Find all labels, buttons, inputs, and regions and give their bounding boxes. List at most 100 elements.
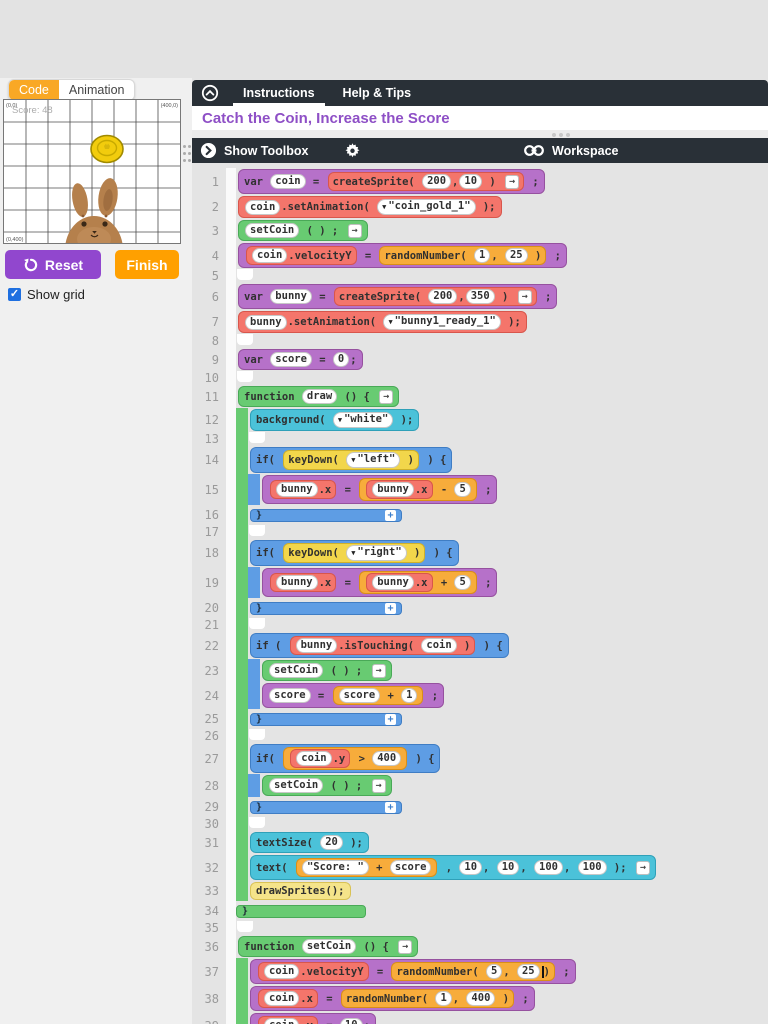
code-block-red[interactable]: createSprite( 200, 10 ) → [327,172,525,191]
value-pill[interactable]: 10 [339,1018,363,1024]
code-block-red[interactable]: createSprite( 200, 350 ) → [333,287,537,306]
code-block-cyan[interactable]: textSize( 20 ); [250,832,369,853]
value-pill[interactable]: coin [270,174,306,189]
block-close-bar[interactable]: } + [250,712,402,726]
code-block-orange[interactable]: "Score: " + score [295,858,438,877]
code-block-blue[interactable]: if( keyDown( ▼ "left" ) ) { [250,447,453,473]
value-pill[interactable]: 1 [474,248,491,263]
value-pill[interactable]: setCoin [269,778,324,793]
value-pill[interactable]: 1 [401,688,418,703]
code-block-purple[interactable]: var bunny = createSprite( 200, 350 ) → ; [238,284,558,309]
expand-arrow-button[interactable]: → [371,778,386,793]
code-block-purple[interactable]: coin .velocityY = randomNumber( 5, 25) ; [250,959,576,984]
code-block-cyan[interactable]: text( "Score: " + score , 10, 10, 100, 1… [250,855,656,880]
code-block-orange[interactable]: coin .y > 400 [283,747,408,770]
value-pill[interactable]: 5 [454,575,471,590]
value-pill[interactable]: 0 [332,352,350,367]
add-block-button[interactable]: + [385,713,396,725]
code-block-red[interactable]: bunny .x [366,573,433,592]
code-block-green[interactable]: setCoin ( ) ; → [238,220,368,241]
value-pill[interactable]: 350 [465,289,495,304]
value-pill[interactable]: bunny [372,575,414,590]
tab-help-tips[interactable]: Help & Tips [329,80,426,106]
value-pill[interactable]: 20 [320,835,343,850]
value-pill[interactable]: setCoin [269,663,324,678]
value-pill[interactable]: 25 [504,248,528,263]
reset-button[interactable]: Reset [5,250,101,279]
code-block-red[interactable]: coin .velocityY [246,246,357,265]
code-block-orange[interactable]: score + 1 [332,686,424,705]
code-block-orange[interactable]: randomNumber( 1, 400 ) [340,989,515,1008]
add-block-button[interactable]: + [385,509,396,521]
value-pill[interactable]: bunny [295,638,338,653]
tab-code[interactable]: Code [9,80,59,100]
value-pill[interactable]: score [270,352,312,367]
dropdown-pill[interactable]: ▼ "left" [346,452,401,468]
value-pill[interactable]: bunny [276,575,318,590]
value-pill[interactable]: bunny [372,482,414,497]
value-pill[interactable]: 100 [534,860,563,875]
value-pill[interactable]: coin [252,248,288,263]
value-pill[interactable]: setCoin [301,939,357,954]
value-pill[interactable]: coin [264,964,300,979]
value-pill[interactable]: bunny [270,289,312,304]
code-block-red[interactable]: bunny .x [270,573,337,592]
code-block-orange[interactable]: bunny .x - 5 [359,478,477,501]
code-block-red[interactable]: bunny .setAnimation( ▼ "bunny1_ready_1" ); [238,311,527,333]
value-pill[interactable]: coin [421,638,457,653]
dropdown-pill[interactable]: ▼ "coin_gold_1" [377,199,476,215]
code-block-green[interactable]: function draw () { → [238,386,400,407]
resize-grip[interactable] [192,130,768,138]
expand-arrow-button[interactable]: → [517,289,532,304]
tab-instructions[interactable]: Instructions [229,80,329,106]
workspace-link[interactable]: Workspace [523,144,618,158]
code-workspace[interactable]: 1 var coin = createSprite( 200, 10 ) → ; 2 c… [192,163,768,1024]
expand-arrow-button[interactable]: → [371,663,386,678]
code-block-green[interactable]: setCoin ( ) ; → [262,775,392,796]
code-block-purple[interactable]: coin .x = randomNumber( 1, 400 ) ; [250,986,535,1011]
value-pill[interactable]: score [338,688,381,703]
value-pill[interactable]: score [389,860,432,875]
value-pill[interactable]: coin [264,991,300,1006]
value-pill[interactable]: 1 [435,991,452,1006]
value-pill[interactable]: bunny [245,314,287,330]
block-close-bar[interactable]: } + [250,601,402,615]
code-block-cyan[interactable]: background( ▼ "white" ); [250,409,420,431]
value-pill[interactable]: coin [264,1018,300,1024]
expand-arrow-button[interactable]: → [398,939,413,954]
tab-animation[interactable]: Animation [59,80,135,100]
value-pill[interactable]: 400 [466,991,496,1006]
code-block-purple[interactable]: bunny .x = bunny .x + 5 ; [262,568,498,597]
value-pill[interactable]: 10 [459,174,483,189]
code-block-purple[interactable]: coin .velocityY = randomNumber( 1, 25 ) ; [238,243,567,268]
value-pill[interactable]: coin [245,199,281,215]
value-pill[interactable]: 10 [459,860,483,875]
block-close-bar[interactable]: } [236,904,366,918]
code-block-lyellow[interactable]: drawSprites(); [250,882,351,900]
add-block-button[interactable]: + [385,602,396,614]
value-pill[interactable]: 400 [372,751,402,766]
expand-arrow-button[interactable]: → [635,860,650,875]
expand-arrow-button[interactable]: → [379,389,394,404]
code-block-purple[interactable]: bunny .x = bunny .x - 5 ; [262,475,498,504]
code-block-purple[interactable]: var coin = createSprite( 200, 10 ) → ; [238,169,545,194]
value-pill[interactable]: 10 [496,860,520,875]
code-block-purple[interactable]: coin.y = 10; [250,1013,376,1024]
code-block-yellow[interactable]: keyDown( ▼ "left" ) [283,450,420,470]
code-block-blue[interactable]: if( keyDown( ▼ "right" ) ) { [250,540,459,566]
value-pill[interactable]: 5 [454,482,471,497]
value-pill[interactable]: draw [301,389,338,404]
dropdown-pill[interactable]: ▼ "bunny1_ready_1" [383,314,501,330]
code-block-red[interactable]: bunny .isTouching( coin ) [289,636,476,655]
show-toolbox-button[interactable]: Show Toolbox [200,142,308,159]
code-block-purple[interactable]: score = score + 1 ; [262,683,445,708]
value-pill[interactable]: bunny [276,482,318,497]
code-block-orange[interactable]: bunny .x + 5 [359,571,477,594]
dropdown-pill[interactable]: ▼ "white" [332,412,394,428]
code-block-red[interactable]: coin .velocityY [258,962,369,981]
code-block-red[interactable]: coin .x [258,989,318,1008]
code-block-orange[interactable]: randomNumber( 1, 25 ) [379,246,547,265]
code-block-purple[interactable]: var score = 0; [238,349,363,370]
code-block-red[interactable]: bunny .x [366,480,433,499]
dropdown-pill[interactable]: ▼ "right" [346,545,407,561]
